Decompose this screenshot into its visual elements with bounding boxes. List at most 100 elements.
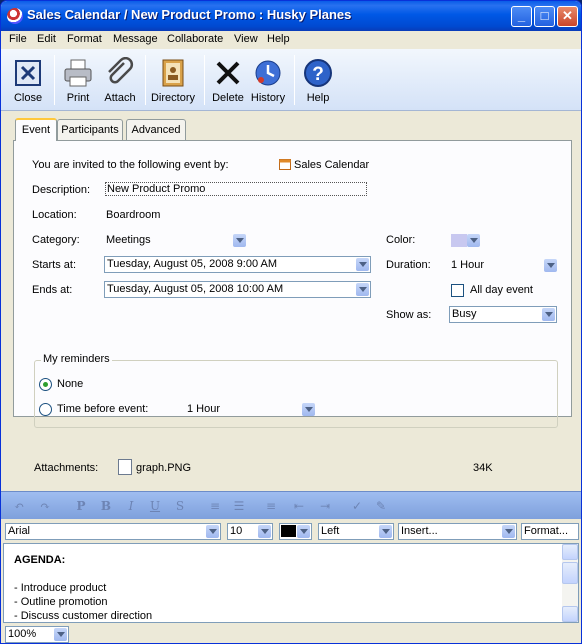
svg-text:?: ? (312, 64, 324, 85)
duration-dropdown[interactable] (544, 259, 557, 272)
format-select[interactable]: Format... (521, 523, 579, 540)
showas-select[interactable]: Busy (449, 306, 557, 323)
ends-value: Tuesday, August 05, 2008 10:00 AM (107, 283, 284, 295)
maximize-button[interactable]: □ (534, 6, 555, 27)
editor-scrollbar[interactable] (562, 544, 578, 622)
chevron-down-icon[interactable] (356, 283, 369, 296)
italic-icon[interactable]: I (123, 498, 139, 514)
chevron-down-icon[interactable] (258, 525, 271, 538)
spellcheck-icon[interactable]: ✓ (349, 498, 365, 514)
image-file-icon (118, 459, 132, 475)
allday-checkbox[interactable] (451, 284, 464, 297)
event-tabs: Event Participants Advanced You are invi… (13, 118, 573, 428)
address-book-icon (162, 59, 184, 87)
window-title: Sales Calendar / New Product Promo : Hus… (27, 7, 352, 22)
menu-edit[interactable]: Edit (37, 33, 56, 45)
scroll-down-button[interactable] (562, 606, 578, 622)
reminder-before-dropdown[interactable] (302, 403, 315, 416)
attachment-size: 34K (473, 462, 493, 474)
undo-icon[interactable]: ↶ (11, 498, 27, 514)
chevron-down-icon[interactable] (379, 525, 392, 538)
category-label: Category: (32, 234, 80, 246)
reminder-none-radio[interactable] (39, 378, 52, 391)
indent-icon[interactable]: ⇤ (291, 498, 307, 514)
size-select[interactable]: 10 (227, 523, 273, 540)
title-bar[interactable]: Sales Calendar / New Product Promo : Hus… (1, 1, 581, 31)
description-label: Description: (32, 184, 91, 196)
chevron-down-icon[interactable] (297, 525, 310, 538)
description-field[interactable]: New Product Promo (105, 182, 367, 196)
paragraph-icon[interactable]: P (73, 498, 89, 514)
text-color-select[interactable] (279, 523, 312, 540)
attachments-label: Attachments: (34, 462, 99, 474)
reminder-before-label: Time before event: (57, 403, 149, 415)
help-icon: ? (304, 59, 332, 87)
bullet-list-icon[interactable]: ☰ (231, 498, 247, 514)
color-dropdown[interactable] (467, 234, 480, 247)
editor-line: - Introduce product (14, 582, 107, 594)
tab-event[interactable]: Event (15, 118, 57, 141)
duration-label: Duration: (386, 259, 431, 271)
reminder-before-value: 1 Hour (187, 403, 221, 415)
editor-toolbar: ↶ ↷ P B I U S ≡ ☰ ≡ ⇤ ⇥ ✓ ✎ (1, 491, 581, 519)
minimize-button[interactable]: _ (511, 6, 532, 27)
chevron-down-icon[interactable] (356, 258, 369, 271)
editor-line: - Outline promotion (14, 596, 108, 608)
numbered-list-icon[interactable]: ≡ (207, 498, 223, 514)
tab-advanced[interactable]: Advanced (126, 119, 186, 140)
starts-select[interactable]: Tuesday, August 05, 2008 9:00 AM (104, 256, 371, 273)
underline-icon[interactable]: U (147, 498, 163, 514)
align-value: Left (321, 525, 340, 537)
history-button[interactable]: History (244, 53, 292, 107)
reminder-before-radio[interactable] (39, 403, 52, 416)
bold-icon[interactable]: B (98, 498, 114, 514)
ends-select[interactable]: Tuesday, August 05, 2008 10:00 AM (104, 281, 371, 298)
chevron-down-icon[interactable] (502, 525, 515, 538)
color-label: Color: (386, 234, 416, 246)
align-center-icon[interactable]: ≡ (263, 498, 279, 514)
menu-format[interactable]: Format (67, 33, 102, 45)
scroll-up-button[interactable] (562, 544, 578, 560)
close-button[interactable]: Close (4, 53, 52, 107)
align-select[interactable]: Left (318, 523, 394, 540)
showas-value: Busy (452, 308, 477, 320)
category-value: Meetings (106, 234, 151, 246)
scroll-thumb[interactable] (562, 562, 578, 584)
directory-button[interactable]: Directory (149, 53, 197, 107)
menu-collaborate[interactable]: Collaborate (167, 33, 223, 45)
close-window-button[interactable]: ✕ (557, 6, 578, 27)
starts-value: Tuesday, August 05, 2008 9:00 AM (107, 258, 278, 270)
format-value: Format... (524, 525, 569, 537)
font-select[interactable]: Arial (5, 523, 221, 540)
color-swatch[interactable] (451, 234, 467, 247)
chevron-down-icon[interactable] (206, 525, 219, 538)
chevron-down-icon[interactable] (542, 308, 555, 321)
attach-button[interactable]: Attach (96, 53, 144, 107)
invited-label: You are invited to the following event b… (32, 159, 229, 171)
print-button[interactable]: Print (54, 53, 102, 107)
showas-label: Show as: (386, 309, 432, 321)
redo-icon[interactable]: ↷ (37, 498, 53, 514)
strikethrough-icon[interactable]: S (172, 498, 188, 514)
outdent-icon[interactable]: ⇥ (317, 498, 333, 514)
help-button[interactable]: ? Help (294, 53, 342, 107)
zoom-select[interactable]: 100% (5, 626, 69, 643)
menu-help[interactable]: Help (267, 33, 290, 45)
menu-view[interactable]: View (234, 33, 258, 45)
close-button-label: Close (13, 92, 43, 104)
history-button-label: History (250, 92, 286, 104)
message-editor[interactable]: AGENDA: - Introduce product - Outline pr… (3, 543, 579, 623)
print-button-label: Print (66, 92, 90, 104)
menu-message[interactable]: Message (113, 33, 158, 45)
directory-button-label: Directory (150, 92, 195, 104)
category-dropdown[interactable] (233, 234, 246, 247)
attachment-file[interactable]: graph.PNG (136, 462, 191, 474)
menu-file[interactable]: File (9, 33, 27, 45)
reminders-legend: My reminders (41, 353, 112, 365)
chevron-down-icon[interactable] (54, 628, 67, 641)
status-bar: 100% (1, 623, 581, 643)
insert-select[interactable]: Insert... (398, 523, 517, 540)
tab-participants[interactable]: Participants (57, 119, 123, 140)
tools-icon[interactable]: ✎ (373, 498, 389, 514)
help-button-label: Help (306, 92, 330, 104)
